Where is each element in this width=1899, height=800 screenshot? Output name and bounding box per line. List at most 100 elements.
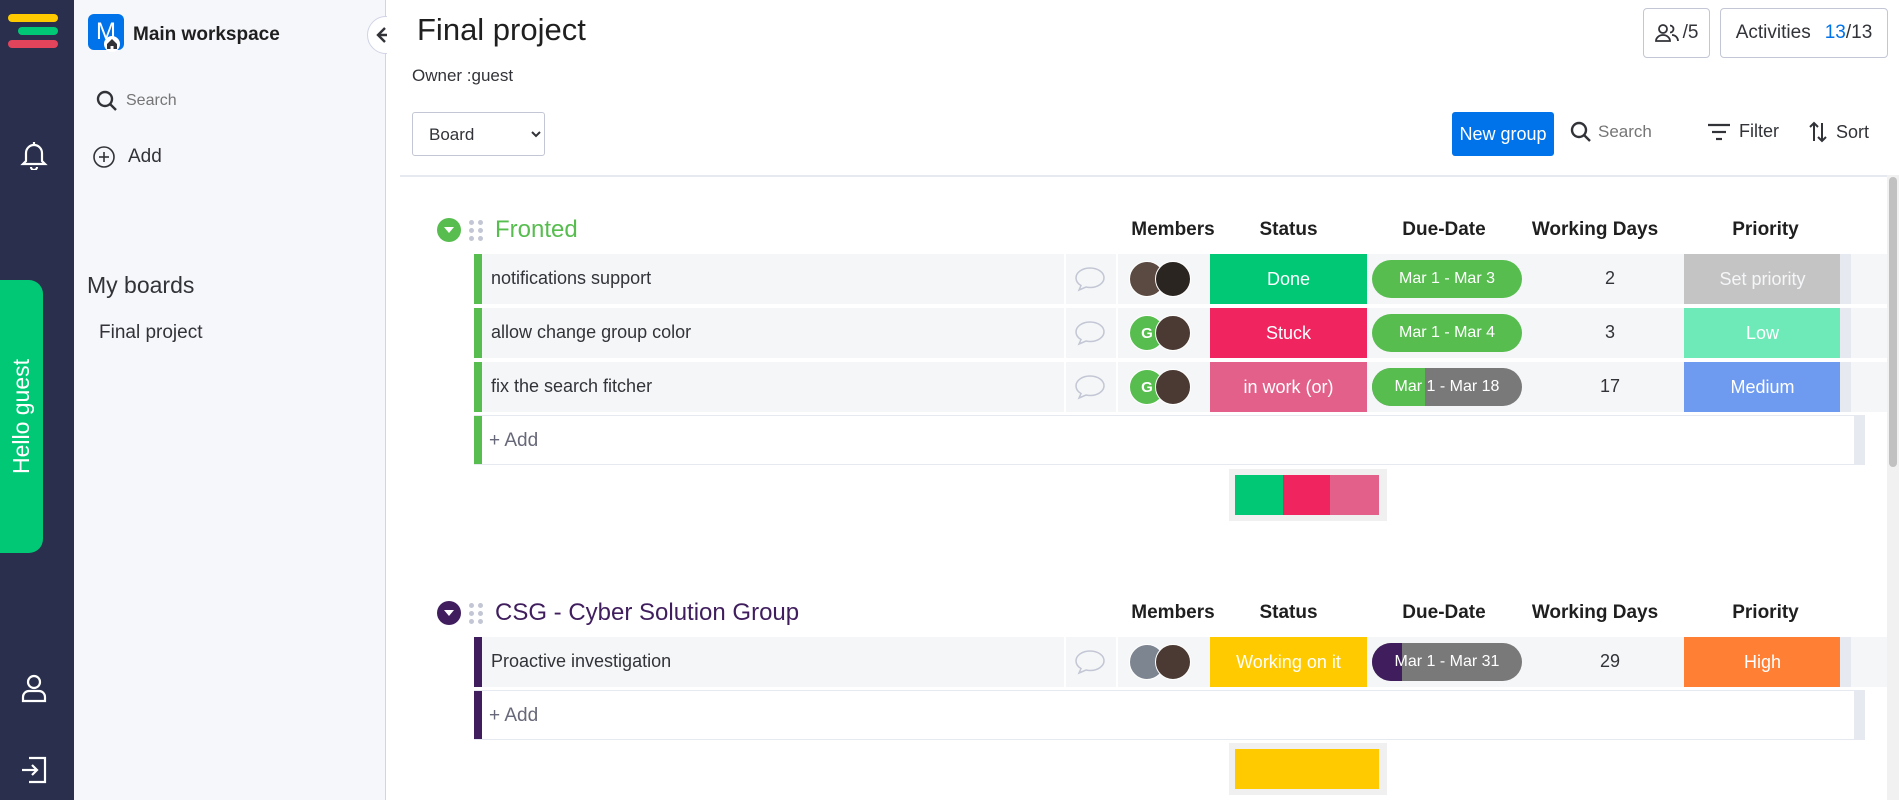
item-name[interactable]: allow change group color: [491, 322, 691, 343]
due-date-cell[interactable]: Mar 1 - Mar 18: [1372, 368, 1522, 406]
cell-divider: [1116, 308, 1118, 358]
scrollbar-thumb[interactable]: [1889, 177, 1897, 467]
activities-button[interactable]: Activities 13/13: [1720, 8, 1888, 58]
column-header-due-date[interactable]: Due-Date: [1369, 219, 1519, 241]
chevron-down-icon: [444, 610, 454, 616]
table-row[interactable]: fix the search fitcher G in work (or) Ma…: [474, 362, 1899, 412]
row-end-cap: [1854, 415, 1865, 465]
members-cell[interactable]: G: [1129, 315, 1209, 351]
view-select[interactable]: Board: [412, 112, 545, 156]
priority-cell[interactable]: Set priority: [1684, 254, 1841, 304]
owner-text: Owner :guest: [412, 66, 514, 85]
item-name[interactable]: notifications support: [491, 268, 651, 289]
priority-cell[interactable]: Medium: [1684, 362, 1841, 412]
workspace-add-button[interactable]: Add: [92, 145, 162, 169]
sort-button[interactable]: Sort: [1808, 121, 1869, 143]
item-name[interactable]: Proactive investigation: [491, 651, 671, 672]
status-cell[interactable]: in work (or): [1210, 362, 1367, 412]
workspace-title[interactable]: Main workspace: [133, 24, 280, 46]
chevron-down-icon: [444, 227, 454, 233]
members-count: /5: [1682, 22, 1699, 43]
column-header-members[interactable]: Members: [1123, 219, 1223, 241]
cell-divider: [1116, 362, 1118, 412]
board-search-input[interactable]: [1598, 122, 1688, 142]
due-date-cell[interactable]: Mar 1 - Mar 3: [1372, 260, 1522, 298]
group-header-csg: CSG - Cyber Solution Group: [437, 596, 799, 630]
members-cell[interactable]: [1129, 644, 1209, 680]
comment-icon[interactable]: [1072, 647, 1108, 677]
column-header-due-date[interactable]: Due-Date: [1369, 602, 1519, 624]
column-header-working-days[interactable]: Working Days: [1515, 602, 1675, 624]
summary-segment-done: [1235, 475, 1283, 515]
row-color-bar: [474, 362, 482, 412]
cell-divider: [1064, 308, 1066, 358]
group-collapse-toggle[interactable]: [437, 601, 461, 625]
activities-label: Activities: [1735, 22, 1811, 43]
status-cell[interactable]: Stuck: [1210, 308, 1367, 358]
left-rail: Hello guest: [0, 0, 74, 800]
due-date-text: Mar 1 - Mar 31: [1394, 653, 1500, 670]
workspace-add-label: Add: [128, 146, 162, 167]
due-date-cell[interactable]: Mar 1 - Mar 31: [1372, 643, 1522, 681]
workspace-search-input[interactable]: [126, 92, 326, 110]
table-row[interactable]: Proactive investigation Working on it Ma…: [474, 637, 1899, 687]
sort-label: Sort: [1836, 121, 1870, 142]
workspace-search[interactable]: [96, 90, 326, 112]
column-header-status[interactable]: Status: [1210, 219, 1367, 241]
column-header-priority[interactable]: Priority: [1687, 219, 1844, 241]
comment-icon[interactable]: [1072, 264, 1108, 294]
summary-segment-working: [1235, 749, 1379, 789]
avatar: [1155, 369, 1191, 405]
group-title[interactable]: Fronted: [495, 216, 578, 244]
main-area: Final project Owner :guest /5 Activities…: [387, 0, 1899, 800]
priority-cell[interactable]: High: [1684, 637, 1841, 687]
sort-icon: [1809, 121, 1827, 143]
activities-current: 13: [1824, 22, 1846, 43]
status-cell[interactable]: Done: [1210, 254, 1367, 304]
comment-icon[interactable]: [1072, 318, 1108, 348]
status-cell[interactable]: Working on it: [1210, 637, 1367, 687]
members-button[interactable]: /5: [1643, 8, 1710, 58]
group-header-fronted: Fronted: [437, 213, 578, 247]
comment-icon[interactable]: [1072, 372, 1108, 402]
members-cell[interactable]: [1129, 261, 1209, 297]
group-title[interactable]: CSG - Cyber Solution Group: [495, 599, 799, 627]
scrollbar[interactable]: [1887, 175, 1899, 800]
priority-cell[interactable]: Low: [1684, 308, 1841, 358]
due-date-cell[interactable]: Mar 1 - Mar 4: [1372, 314, 1522, 352]
table-row[interactable]: notifications support Done Mar 1 - Mar 3…: [474, 254, 1899, 304]
board-search[interactable]: [1570, 121, 1688, 143]
hello-guest-tab[interactable]: Hello guest: [0, 280, 43, 553]
column-header-working-days[interactable]: Working Days: [1515, 219, 1675, 241]
bell-icon[interactable]: [19, 140, 49, 170]
board-link-final-project[interactable]: Final project: [99, 322, 203, 344]
drag-handle-icon[interactable]: [469, 601, 485, 625]
row-end-cap: [1854, 690, 1865, 740]
item-name[interactable]: fix the search fitcher: [491, 376, 652, 397]
app-logo-icon[interactable]: [8, 14, 60, 56]
row-color-bar: [474, 308, 482, 358]
group-collapse-toggle[interactable]: [437, 218, 461, 242]
cell-divider: [1064, 637, 1066, 687]
members-cell[interactable]: G: [1129, 369, 1209, 405]
row-end-cap: [1840, 308, 1851, 358]
user-icon[interactable]: [19, 673, 49, 703]
drag-handle-icon[interactable]: [469, 218, 485, 242]
row-end-cap: [1840, 362, 1851, 412]
add-item-row[interactable]: + Add: [474, 415, 1854, 465]
new-group-button[interactable]: New group: [1452, 112, 1554, 156]
add-item-row[interactable]: + Add: [474, 690, 1854, 740]
my-boards-heading: My boards: [87, 272, 195, 298]
search-icon: [1570, 121, 1591, 142]
logout-icon[interactable]: [19, 755, 49, 785]
column-header-members[interactable]: Members: [1123, 602, 1223, 624]
filter-button[interactable]: Filter: [1707, 121, 1779, 142]
row-color-bar: [474, 691, 482, 739]
column-header-status[interactable]: Status: [1210, 602, 1367, 624]
table-row[interactable]: allow change group color G Stuck Mar 1 -…: [474, 308, 1899, 358]
activities-total: /13: [1845, 22, 1873, 43]
cell-divider: [1116, 254, 1118, 304]
working-days-cell: 29: [1599, 651, 1621, 671]
page-title[interactable]: Final project: [417, 12, 586, 48]
column-header-priority[interactable]: Priority: [1687, 602, 1844, 624]
